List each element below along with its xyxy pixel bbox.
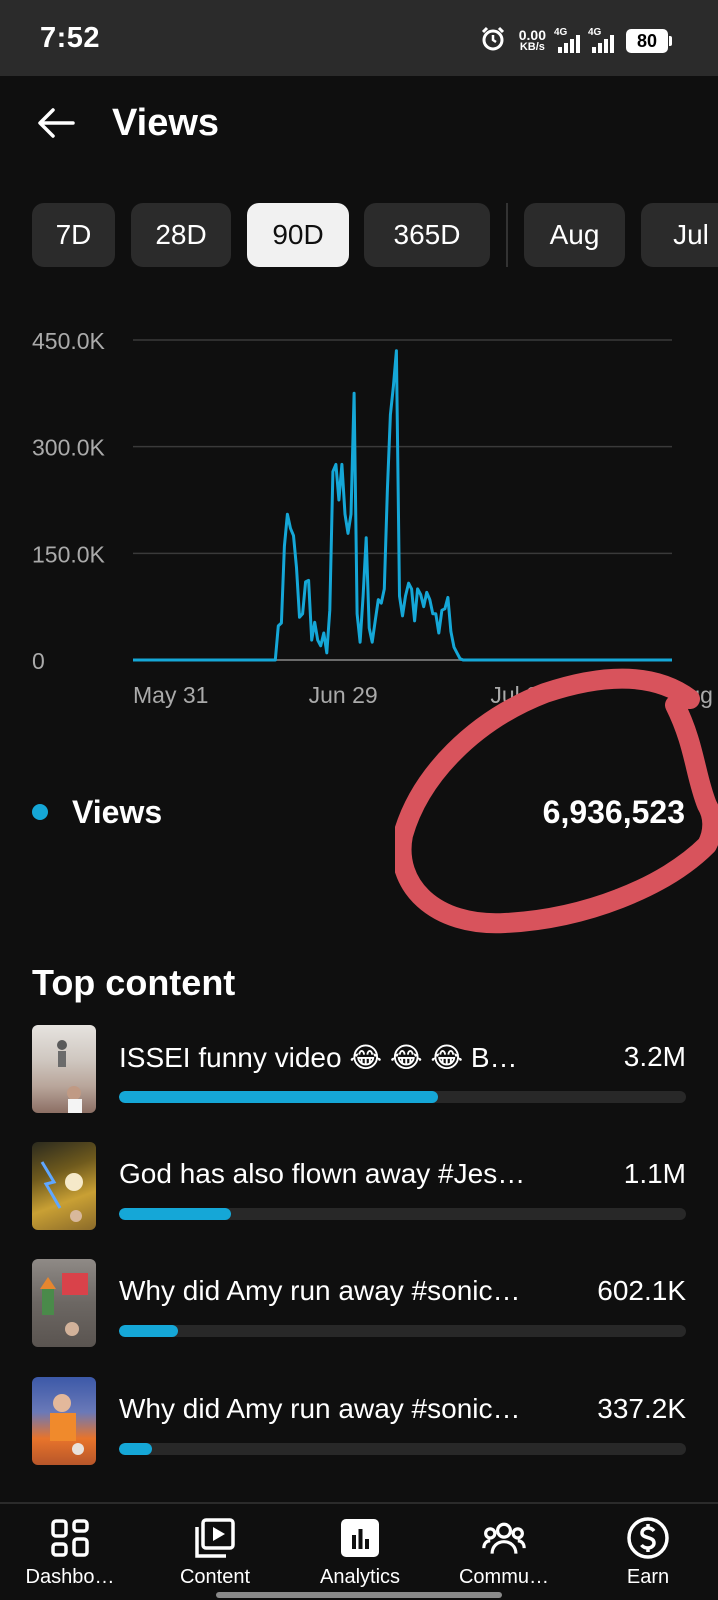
- nav-earn[interactable]: Earn: [578, 1516, 718, 1596]
- video-views: 602.1K: [597, 1275, 686, 1306]
- x-tick-label: Jul 29: [490, 682, 551, 708]
- views-share-bar: [119, 1325, 686, 1337]
- nav-community[interactable]: Commu…: [434, 1516, 574, 1596]
- back-button[interactable]: [30, 100, 80, 150]
- content-icon: [193, 1516, 237, 1560]
- views-share-bar: [119, 1443, 686, 1455]
- signal-icon: 4G: [554, 27, 580, 53]
- views-share-fill: [119, 1208, 231, 1220]
- status-bar: 7:52 0.00 KB/s 4G 4G 80: [0, 0, 718, 76]
- list-item[interactable]: Why did Amy run away #sonic… 602.1K: [32, 1259, 686, 1347]
- views-share-bar: [119, 1208, 686, 1220]
- status-time: 7:52: [40, 22, 101, 54]
- chip-label: 365D: [393, 219, 461, 250]
- views-chart: 450.0K 300.0K 150.0K 0 May 31 Jun 29 Jul 29 Au…: [32, 328, 718, 708]
- nav-label: Commu…: [458, 1566, 549, 1588]
- network-speed: 0.00 KB/s: [518, 27, 546, 53]
- chip-label: 28D: [155, 219, 207, 250]
- chip-365d[interactable]: 365D: [364, 203, 490, 267]
- chip-90d[interactable]: 90D: [247, 203, 349, 267]
- chip-28d[interactable]: 28D: [131, 203, 231, 267]
- y-tick-label: 300.0K: [32, 435, 106, 461]
- video-views: 1.1M: [623, 1158, 686, 1189]
- views-share-bar: [119, 1091, 686, 1103]
- video-title: ISSEI funny video 😂 😂 😂 BODY…: [119, 1042, 539, 1073]
- y-tick-label: 450.0K: [32, 328, 106, 354]
- alarm-icon: [479, 25, 507, 58]
- chip-label: 7D: [55, 219, 92, 250]
- views-total: 6,936,523: [542, 794, 685, 830]
- nav-label: Earn: [626, 1566, 670, 1588]
- video-thumbnail: [32, 1377, 96, 1465]
- arrow-left-icon: [35, 107, 75, 144]
- series-legend-dot: [32, 804, 48, 820]
- video-thumbnail: [32, 1259, 96, 1347]
- nav-label: Dashbo…: [25, 1566, 115, 1588]
- nav-analytics[interactable]: Analytics: [290, 1516, 430, 1596]
- signal-icon: 4G: [588, 27, 614, 53]
- views-share-fill: [119, 1325, 178, 1337]
- period-chips: 7D 28D 90D 365D Aug Jul: [32, 203, 718, 267]
- views-share-fill: [119, 1091, 438, 1103]
- page-title: Views: [112, 102, 220, 144]
- views-label: Views: [72, 794, 163, 830]
- video-thumbnail: [32, 1142, 96, 1230]
- home-indicator: [216, 1592, 502, 1598]
- community-icon: [482, 1516, 526, 1560]
- chip-label: Jul: [673, 219, 709, 250]
- x-tick-label: Jun 29: [309, 682, 378, 708]
- bottom-nav: Dashbo… Content Analytics Commu… Earn: [0, 1502, 718, 1600]
- sim2-label: 4G: [588, 27, 602, 38]
- views-summary: Views 6,936,523: [0, 790, 718, 834]
- nav-label: Analytics: [319, 1566, 401, 1588]
- video-title: God has also flown away #Jesus #…: [119, 1158, 539, 1189]
- list-item[interactable]: God has also flown away #Jesus #… 1.1M: [32, 1142, 686, 1230]
- status-icons: 0.00 KB/s 4G 4G 80: [479, 24, 672, 58]
- network-speed-value: 0.00: [518, 27, 546, 43]
- sim1-label: 4G: [554, 27, 568, 38]
- views-series-line: [133, 349, 672, 662]
- video-title: Why did Amy run away #sonic…: [119, 1393, 521, 1424]
- chip-jul[interactable]: Jul: [641, 203, 718, 267]
- chip-aug[interactable]: Aug: [524, 203, 625, 267]
- video-thumbnail: [32, 1025, 96, 1113]
- analytics-icon: [338, 1516, 382, 1560]
- y-tick-label: 150.0K: [32, 541, 106, 567]
- x-tick-label: Aug 28: [672, 682, 718, 708]
- list-item[interactable]: ISSEI funny video 😂 😂 😂 BODY… 3.2M: [32, 1025, 686, 1113]
- nav-dashboard[interactable]: Dashbo…: [0, 1516, 140, 1596]
- chip-label: Aug: [549, 219, 600, 250]
- top-content-title: Top content: [32, 962, 236, 1003]
- chip-7d[interactable]: 7D: [32, 203, 115, 267]
- nav-content[interactable]: Content: [145, 1516, 285, 1596]
- views-share-fill: [119, 1443, 152, 1455]
- dashboard-icon: [48, 1516, 92, 1560]
- nav-label: Content: [179, 1566, 251, 1588]
- x-tick-label: May 31: [133, 682, 208, 708]
- video-views: 3.2M: [623, 1041, 686, 1072]
- earn-icon: [626, 1516, 670, 1560]
- list-item[interactable]: Why did Amy run away #sonic… 337.2K: [32, 1377, 686, 1465]
- network-speed-unit: KB/s: [519, 41, 545, 53]
- video-views: 337.2K: [597, 1393, 686, 1424]
- y-tick-label: 0: [32, 648, 45, 674]
- chip-divider: [506, 203, 508, 267]
- battery-icon: 80: [626, 29, 672, 53]
- chip-label: 90D: [272, 219, 324, 250]
- video-title: Why did Amy run away #sonic…: [119, 1275, 521, 1306]
